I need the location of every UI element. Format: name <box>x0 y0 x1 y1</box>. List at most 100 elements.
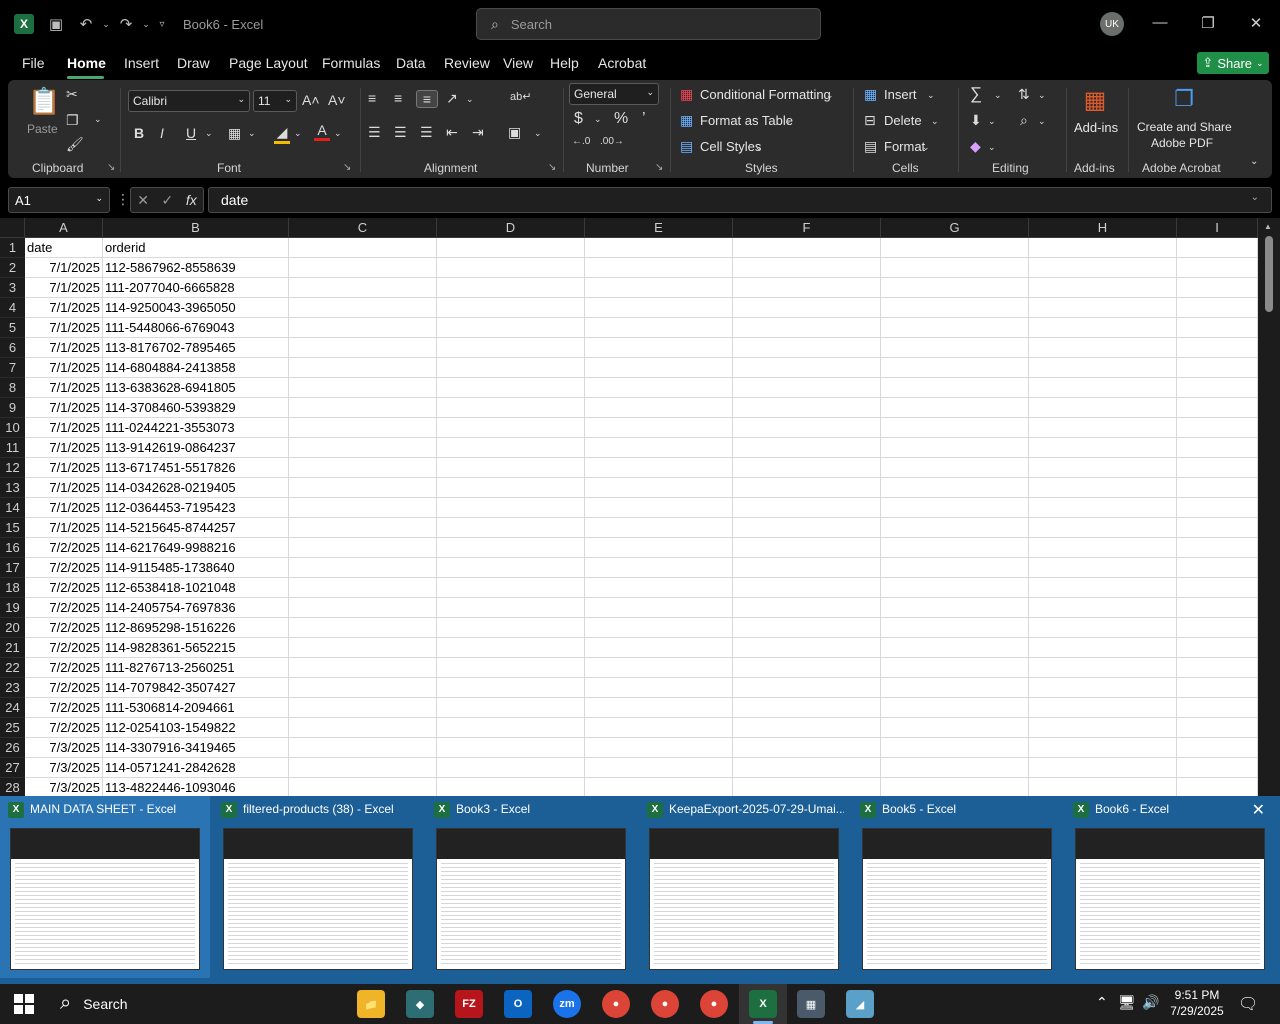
undo-dropdown-icon[interactable]: ⌄ <box>96 14 116 34</box>
cell-h15[interactable] <box>1029 518 1177 538</box>
cell-g12[interactable] <box>881 458 1029 478</box>
cell-h1[interactable] <box>1029 238 1177 258</box>
window-thumbnail[interactable]: Xfiltered-products (38) - Excel <box>213 796 423 978</box>
number-launcher-icon[interactable]: ↘ <box>655 162 663 173</box>
cell-f25[interactable] <box>733 718 881 738</box>
cell-f24[interactable] <box>733 698 881 718</box>
cell-c6[interactable] <box>289 338 437 358</box>
cell-i1[interactable] <box>1177 238 1258 258</box>
cell-g10[interactable] <box>881 418 1029 438</box>
cell-b26[interactable]: 114-3307916-3419465 <box>103 738 289 758</box>
cell-b28[interactable]: 113-4822446-1093046 <box>103 778 289 798</box>
cell-e24[interactable] <box>585 698 733 718</box>
percent-icon[interactable]: % <box>614 110 628 128</box>
row-header[interactable]: 10 <box>0 418 25 438</box>
font-color-dropdown-icon[interactable]: ⌄ <box>334 128 342 139</box>
cell-g25[interactable] <box>881 718 1029 738</box>
cell-f11[interactable] <box>733 438 881 458</box>
cell-i14[interactable] <box>1177 498 1258 518</box>
clear-dropdown-icon[interactable]: ⌄ <box>988 142 996 153</box>
cell-h18[interactable] <box>1029 578 1177 598</box>
font-color-icon[interactable]: A <box>314 122 330 141</box>
create-share-pdf-line1[interactable]: Create and Share <box>1137 120 1232 134</box>
merge-center-icon[interactable]: ▣ <box>508 124 521 141</box>
cell-b7[interactable]: 114-6804884-2413858 <box>103 358 289 378</box>
cell-c27[interactable] <box>289 758 437 778</box>
cell-b19[interactable]: 114-2405754-7697836 <box>103 598 289 618</box>
cell-a22[interactable]: 7/2/2025 <box>25 658 103 678</box>
cell-h3[interactable] <box>1029 278 1177 298</box>
cell-f28[interactable] <box>733 778 881 798</box>
paste-button[interactable]: Paste <box>27 122 58 136</box>
cell-h6[interactable] <box>1029 338 1177 358</box>
add-ins-icon[interactable]: ▦ <box>1080 86 1110 116</box>
cell-e8[interactable] <box>585 378 733 398</box>
cell-i13[interactable] <box>1177 478 1258 498</box>
cell-h16[interactable] <box>1029 538 1177 558</box>
column-header-h[interactable]: H <box>1029 218 1177 238</box>
tab-data[interactable]: Data <box>396 55 426 71</box>
cell-e27[interactable] <box>585 758 733 778</box>
column-header-c[interactable]: C <box>289 218 437 238</box>
cell-c13[interactable] <box>289 478 437 498</box>
row-header[interactable]: 22 <box>0 658 25 678</box>
cell-e16[interactable] <box>585 538 733 558</box>
undo-icon[interactable]: ↶ <box>76 14 96 34</box>
cell-b10[interactable]: 111-0244221-3553073 <box>103 418 289 438</box>
cell-i25[interactable] <box>1177 718 1258 738</box>
cell-c22[interactable] <box>289 658 437 678</box>
merge-dropdown-icon[interactable]: ⌄ <box>534 128 542 139</box>
cell-g3[interactable] <box>881 278 1029 298</box>
cell-d25[interactable] <box>437 718 585 738</box>
cell-e13[interactable] <box>585 478 733 498</box>
cell-a17[interactable]: 7/2/2025 <box>25 558 103 578</box>
cell-styles-button[interactable]: Cell Styles <box>700 139 761 154</box>
cell-b16[interactable]: 114-6217649-9988216 <box>103 538 289 558</box>
cell-f26[interactable] <box>733 738 881 758</box>
cell-b21[interactable]: 114-9828361-5652215 <box>103 638 289 658</box>
tab-home[interactable]: Home <box>67 55 106 71</box>
cell-b6[interactable]: 113-8176702-7895465 <box>103 338 289 358</box>
cell-f22[interactable] <box>733 658 881 678</box>
conditional-formatting-button[interactable]: Conditional Formatting <box>700 87 831 102</box>
close-icon[interactable]: ✕ <box>1244 14 1268 32</box>
cell-g28[interactable] <box>881 778 1029 798</box>
format-cells-button[interactable]: Format <box>884 139 925 154</box>
cell-e11[interactable] <box>585 438 733 458</box>
cell-d21[interactable] <box>437 638 585 658</box>
cell-f4[interactable] <box>733 298 881 318</box>
cell-b11[interactable]: 113-9142619-0864237 <box>103 438 289 458</box>
row-header[interactable]: 7 <box>0 358 25 378</box>
row-header[interactable]: 2 <box>0 258 25 278</box>
cell-f18[interactable] <box>733 578 881 598</box>
cell-b17[interactable]: 114-9115485-1738640 <box>103 558 289 578</box>
cell-c11[interactable] <box>289 438 437 458</box>
format-cells-icon[interactable]: ▤ <box>864 138 877 155</box>
window-thumbnail[interactable]: X MAIN DATA SHEET - Excel <box>0 796 210 978</box>
cell-a13[interactable]: 7/1/2025 <box>25 478 103 498</box>
cell-g2[interactable] <box>881 258 1029 278</box>
share-button[interactable]: ⇪ Share ⌄ <box>1197 52 1269 74</box>
cell-i20[interactable] <box>1177 618 1258 638</box>
create-share-pdf-line2[interactable]: Adobe PDF <box>1151 136 1213 150</box>
cell-h17[interactable] <box>1029 558 1177 578</box>
cell-a5[interactable]: 7/1/2025 <box>25 318 103 338</box>
cell-h4[interactable] <box>1029 298 1177 318</box>
collapse-ribbon-icon[interactable]: ⌄ <box>1250 156 1258 167</box>
delete-cells-icon[interactable]: ⊟ <box>864 112 876 129</box>
window-thumbnail[interactable]: X KeepaExport-2025-07-29-Umai... <box>639 796 849 978</box>
zoom-icon[interactable]: zm <box>553 990 581 1018</box>
cell-b5[interactable]: 111-5448066-6769043 <box>103 318 289 338</box>
window-thumbnail[interactable]: X Book5 - Excel <box>852 796 1062 978</box>
cell-d10[interactable] <box>437 418 585 438</box>
decrease-decimal-icon[interactable]: .00→ <box>600 136 624 147</box>
font-launcher-icon[interactable]: ↘ <box>343 162 351 173</box>
cell-f21[interactable] <box>733 638 881 658</box>
cell-d15[interactable] <box>437 518 585 538</box>
cell-g17[interactable] <box>881 558 1029 578</box>
format-as-table-icon[interactable]: ▦ <box>680 112 693 129</box>
cell-a12[interactable]: 7/1/2025 <box>25 458 103 478</box>
cell-a11[interactable]: 7/1/2025 <box>25 438 103 458</box>
cell-b20[interactable]: 112-8695298-1516226 <box>103 618 289 638</box>
cell-a27[interactable]: 7/3/2025 <box>25 758 103 778</box>
